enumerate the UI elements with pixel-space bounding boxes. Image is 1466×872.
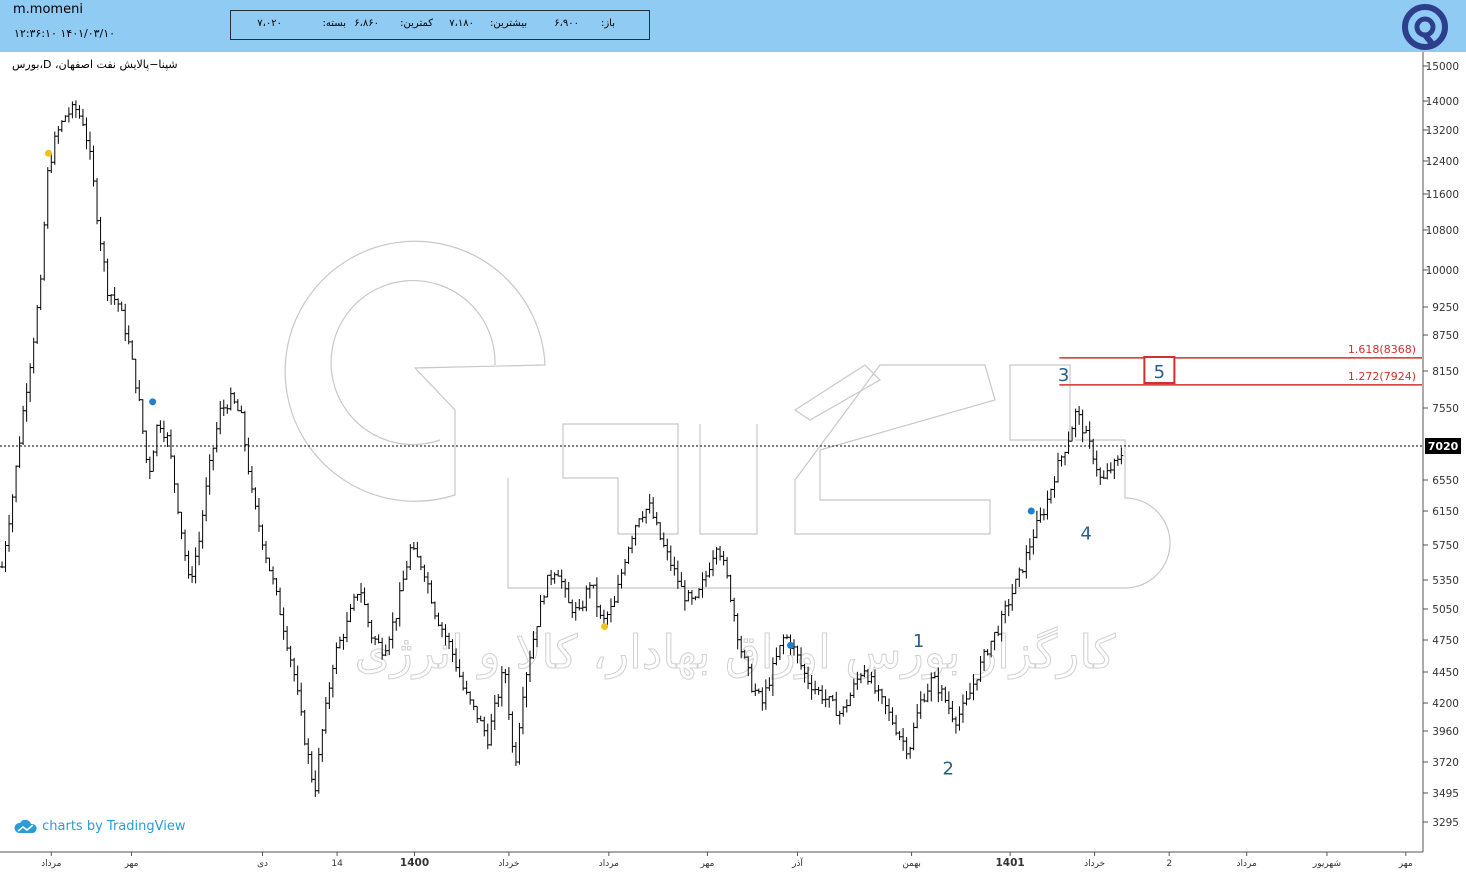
price-tick-label: 6150 — [1432, 506, 1459, 518]
time-tick-label: دی — [257, 859, 268, 869]
time-tick-label: 1401 — [996, 857, 1025, 869]
tradingview-attribution[interactable]: charts by TradingView — [14, 819, 185, 834]
ohlc-bars — [0, 100, 1124, 797]
time-tick-label: 2 — [1166, 859, 1172, 869]
price-tick-label: 3295 — [1432, 817, 1459, 829]
price-tick-label: 5350 — [1432, 575, 1459, 587]
price-tick-label: 9250 — [1432, 302, 1459, 314]
time-tick-label: خرداد — [1084, 859, 1105, 869]
last-price-label: 7020 — [1428, 440, 1459, 453]
price-tick-label: 3960 — [1432, 726, 1459, 738]
signal-markers — [44, 149, 1035, 649]
price-tick-label: 7550 — [1432, 403, 1459, 415]
blue-signal-marker — [786, 641, 794, 649]
time-tick-label: 1400 — [400, 857, 429, 869]
wave-label: 3 — [1058, 365, 1069, 386]
time-tick-label: شهریور — [1312, 859, 1341, 869]
price-tick-label: 10800 — [1426, 225, 1459, 237]
time-tick-label: مهر — [1398, 859, 1413, 869]
price-tick-label: 8750 — [1432, 330, 1459, 342]
price-tick-label: 4750 — [1432, 635, 1459, 647]
price-tick-label: 14000 — [1426, 96, 1459, 108]
time-tick-label: مهر — [124, 859, 139, 869]
price-tick-label: 6550 — [1432, 475, 1459, 487]
price-tick-label: 5050 — [1432, 604, 1459, 616]
price-chart[interactable]: کارگزار بورس اوراق بهادار، کالا و انرژی … — [0, 0, 1466, 872]
time-tick-label: مرداد — [1237, 859, 1257, 869]
price-tick-label: 10000 — [1426, 265, 1459, 277]
price-tick-label: 3495 — [1432, 788, 1459, 800]
fib-level-label: 1.618(8368) — [1348, 343, 1416, 356]
wave-label: 4 — [1080, 523, 1091, 544]
wave-label: 5 — [1154, 362, 1165, 383]
price-tick-label: 8150 — [1432, 366, 1459, 378]
yellow-signal-marker — [44, 149, 52, 157]
fib-levels: 1.618(8368) 1.272(7924) — [1059, 343, 1422, 386]
time-axis: مرداد مهر دی 14 1400 خرداد مرداد مهر آذر بهمن 1401… — [41, 852, 1413, 869]
wave-label: 2 — [942, 759, 953, 780]
price-tick-label: 3720 — [1432, 757, 1459, 769]
price-tick-label: 4450 — [1432, 667, 1459, 679]
time-tick-label: آذر — [791, 857, 803, 869]
fib-level-label: 1.272(7924) — [1348, 370, 1416, 383]
time-tick-label: مرداد — [41, 859, 61, 869]
price-tick-label: 12400 — [1426, 156, 1459, 168]
price-tick-label: 5750 — [1432, 540, 1459, 552]
price-tick-label: 15000 — [1426, 61, 1459, 73]
blue-signal-marker — [1027, 507, 1035, 515]
blue-signal-marker — [149, 398, 157, 406]
price-tick-label: 13200 — [1426, 125, 1459, 137]
yellow-signal-marker — [601, 623, 609, 631]
time-tick-label: مهر — [699, 859, 714, 869]
time-tick-label: مرداد — [599, 859, 619, 869]
price-tick-label: 11600 — [1426, 189, 1459, 201]
attribution-text: charts by TradingView — [42, 819, 186, 834]
time-tick-label: خرداد — [498, 859, 519, 869]
price-tick-label: 4200 — [1432, 698, 1459, 710]
time-tick-label: 14 — [331, 859, 343, 869]
tradingview-cloud-icon — [14, 819, 37, 833]
wave-label: 1 — [913, 631, 924, 652]
time-tick-label: بهمن — [902, 859, 921, 869]
